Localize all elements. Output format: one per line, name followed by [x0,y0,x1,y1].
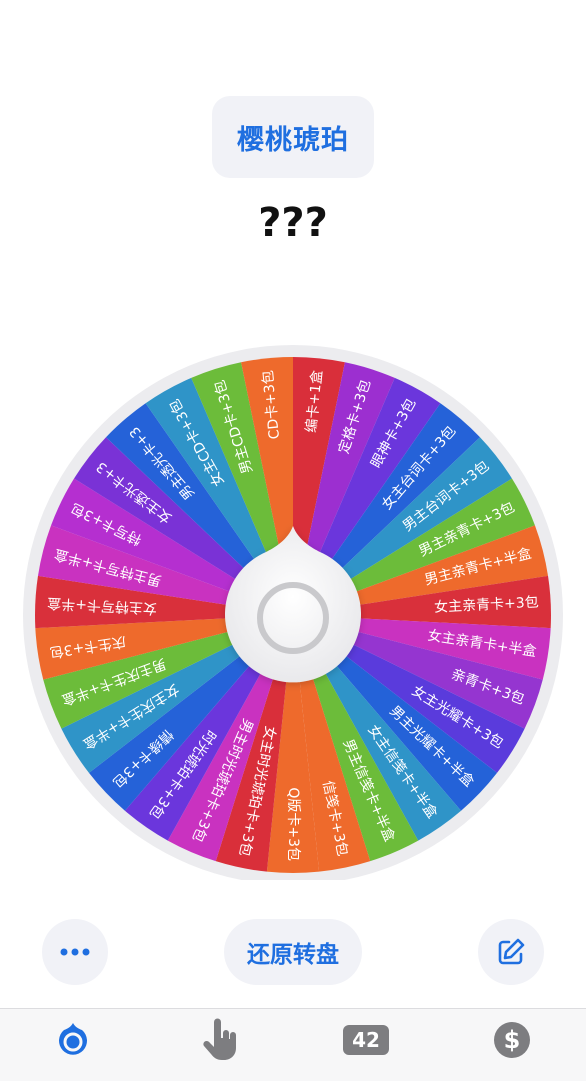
reset-wheel-label: 还原转盘 [247,942,339,968]
svg-text:$: $ [504,1026,521,1054]
more-button[interactable] [42,919,108,985]
tab-tap[interactable] [180,1009,260,1071]
wheel-name-button[interactable]: 樱桃琥珀 [212,96,374,178]
tap-hand-icon [203,1018,236,1060]
tab-bar: 42 $ [0,1008,586,1081]
tab-count[interactable]: 42 [326,1009,406,1071]
counter-badge: 42 [343,1025,389,1055]
edit-icon [498,938,525,965]
prize-wheel[interactable]: 编卡+1盒 定格卡+3包眼神卡+3包女主台词卡+3包男主台词卡+3包男主亲青卡+3… [0,330,586,880]
spin-result-text: ??? [258,200,328,246]
ellipsis-icon [60,948,90,956]
tab-wheel[interactable] [33,1009,113,1071]
wheel-name-label: 樱桃琥珀 [237,124,349,156]
edit-button[interactable] [478,919,544,985]
tab-dollar[interactable]: $ [472,1009,552,1071]
dollar-icon: $ [494,1022,530,1058]
reset-wheel-button[interactable]: 还原转盘 [224,919,362,985]
wheel-segment-label: Q版卡+3包 [285,787,301,861]
wheel-icon [59,1023,87,1055]
